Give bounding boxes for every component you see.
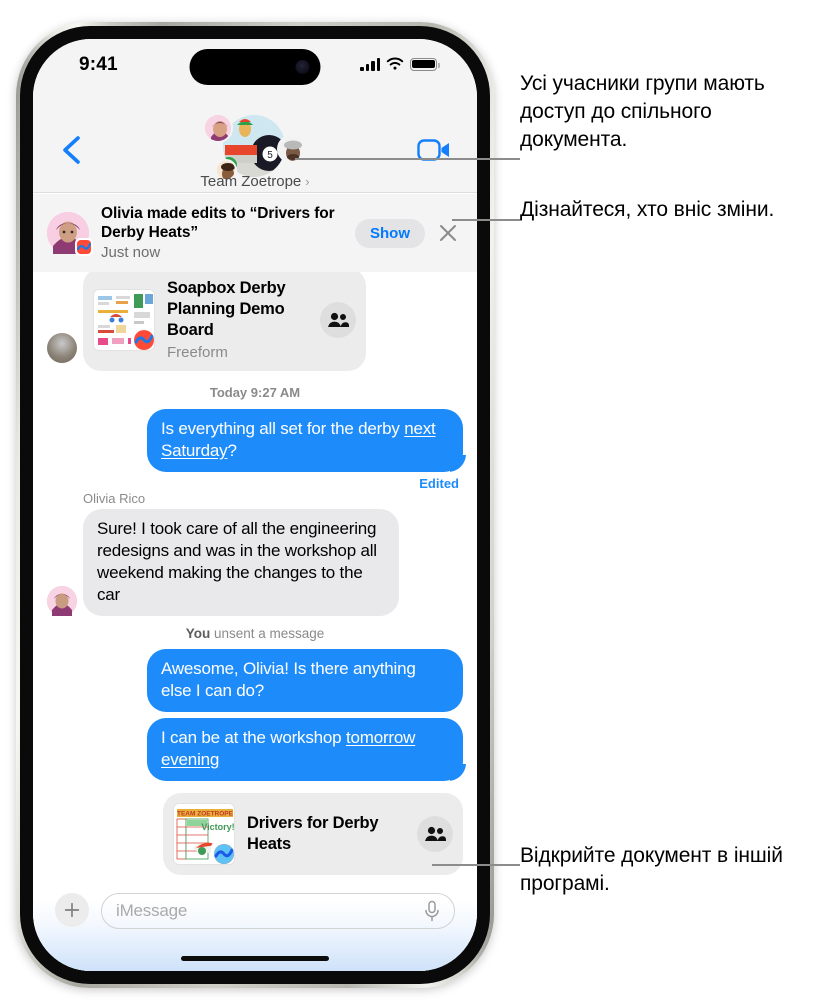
message-bubble[interactable]: Sure! I took care of all the engineering… — [83, 509, 399, 616]
unsent-note-sender: You — [185, 626, 211, 641]
link-card-title: Drivers for Derby Heats — [247, 814, 379, 853]
freeform-app-icon — [211, 841, 234, 864]
derby-heats-thumbnail: TEAM ZOETROPE Victory! — [173, 803, 235, 865]
link-card-title: Soapbox Derby Planning Demo Board — [167, 279, 286, 339]
message-bubble[interactable]: Is everything all set for the derby next… — [147, 409, 463, 472]
svg-text:5: 5 — [267, 150, 273, 161]
avatar — [47, 586, 77, 616]
message-list[interactable]: Soapbox Derby Planning Demo Board Freefo… — [33, 272, 477, 971]
bubble-text-after: ? — [227, 441, 237, 460]
callout-text-2: Дізнайтеся, хто вніс зміни. — [520, 198, 775, 221]
callout-leader-line-3 — [432, 864, 520, 866]
bubble-tail — [450, 764, 468, 781]
group-name-label: Team Zoetrope — [200, 173, 302, 190]
freeform-board-thumbnail — [93, 288, 155, 351]
olivia-avatar — [47, 212, 93, 256]
conversation-header: 5 Team Zoetrope › — [33, 95, 477, 193]
group-avatar-member-1 — [203, 113, 233, 143]
link-card-subtitle: Freeform — [167, 344, 228, 361]
phone-screen: 9:41 5 Team Zoetrope › Soapbox Derby Pla… — [33, 39, 477, 971]
edited-label[interactable]: Edited — [33, 472, 477, 491]
svg-text:Victory!: Victory! — [201, 822, 234, 832]
notification-title: Olivia made edits to “Drivers for Derby … — [101, 204, 335, 241]
notification-text: Olivia made edits to “Drivers for Derby … — [101, 204, 355, 263]
notification-subtitle: Just now — [101, 243, 161, 261]
search-input[interactable]: iMessage — [101, 893, 455, 929]
freeform-app-icon — [131, 326, 154, 350]
bubble-tail — [450, 455, 468, 472]
message-row-outgoing-1: Is everything all set for the derby next… — [33, 409, 477, 472]
people-icon[interactable] — [320, 301, 356, 338]
cellular-signal-icon — [360, 57, 380, 71]
people-icon[interactable] — [417, 816, 453, 852]
callout-leader-line-2 — [452, 219, 520, 221]
link-card-drivers-derby-heats[interactable]: TEAM ZOETROPE Victory! Drivers for Derby… — [163, 793, 463, 875]
phone-bezel: 9:41 5 Team Zoetrope › Soapbox Derby Pla… — [20, 26, 490, 984]
message-row-outgoing-2: Awesome, Olivia! Is there anything else … — [33, 649, 477, 712]
chevron-right-icon: › — [305, 174, 310, 189]
unsent-message-note: You unsent a message — [33, 626, 477, 641]
front-camera-icon — [295, 60, 310, 74]
show-button[interactable]: Show — [355, 218, 425, 248]
bubble-text-before: I can be at the workshop — [161, 728, 346, 747]
group-name-button[interactable]: Team Zoetrope › — [200, 173, 309, 190]
status-time: 9:41 — [79, 54, 118, 75]
sender-name: Olivia Rico — [83, 491, 146, 506]
callout-text-3: Відкрийте документ в іншій програмі. — [520, 844, 783, 895]
imessage-placeholder: iMessage — [116, 901, 188, 920]
unsent-note-text: unsent a message — [210, 626, 325, 641]
callout-leader-line-1 — [295, 158, 520, 160]
message-row-outgoing-3: I can be at the workshop tomorrow evenin… — [33, 718, 477, 781]
bubble-text-before: Is everything all set for the derby — [161, 419, 405, 438]
microphone-icon[interactable] — [424, 900, 440, 922]
status-indicators — [360, 57, 440, 71]
status-bar: 9:41 — [33, 39, 477, 95]
freeform-app-badge — [75, 238, 93, 256]
message-bubble[interactable]: I can be at the workshop tomorrow evenin… — [147, 718, 463, 781]
avatar — [47, 333, 77, 363]
back-chevron-icon[interactable] — [59, 135, 85, 165]
collaboration-notification-banner[interactable]: Olivia made edits to “Drivers for Derby … — [33, 194, 477, 272]
message-row-incoming-1: Sure! I took care of all the engineering… — [33, 509, 477, 616]
message-input-bar: iMessage — [33, 875, 477, 971]
message-row-link-card-top: Soapbox Derby Planning Demo Board Freefo… — [33, 272, 477, 371]
message-bubble[interactable]: Awesome, Olivia! Is there anything else … — [147, 649, 463, 712]
callout-text-1: Усі учасники групи мають доступ до спіль… — [520, 72, 765, 151]
plus-icon[interactable] — [55, 893, 89, 927]
message-timestamp: Today 9:27 AM — [209, 385, 301, 400]
close-x-icon[interactable] — [433, 218, 463, 248]
message-row-link-card-bottom: TEAM ZOETROPE Victory! Drivers for Derby… — [33, 793, 477, 875]
battery-icon — [410, 57, 440, 71]
svg-text:TEAM ZOETROPE: TEAM ZOETROPE — [177, 811, 234, 818]
dynamic-island — [189, 49, 321, 85]
iphone-frame: 9:41 5 Team Zoetrope › Soapbox Derby Pla… — [16, 22, 494, 988]
wifi-icon — [386, 57, 404, 70]
screenshot-root: 9:41 5 Team Zoetrope › Soapbox Derby Pla… — [0, 0, 814, 1008]
home-indicator[interactable] — [181, 956, 329, 961]
link-card-soapbox-board[interactable]: Soapbox Derby Planning Demo Board Freefo… — [83, 272, 366, 371]
